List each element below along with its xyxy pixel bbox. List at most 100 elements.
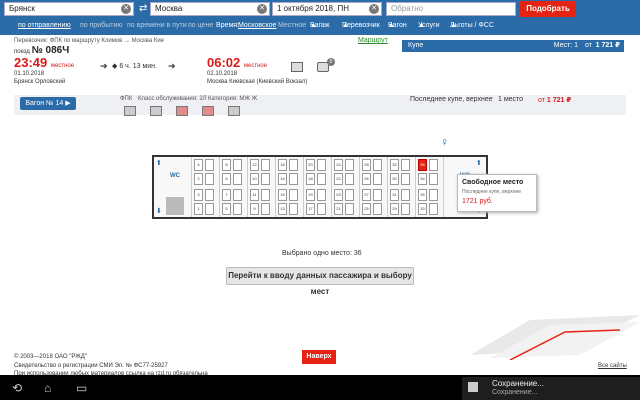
scroll-top-button[interactable]: Наверх <box>302 350 336 364</box>
seat-selected[interactable]: 36 <box>418 159 427 171</box>
seat[interactable] <box>401 189 410 201</box>
class-bar-coupe[interactable]: Купе Мест: 1 от 1 721 ₽ <box>402 40 624 52</box>
wagon-select-button[interactable]: Вагон № 14 ▶ <box>20 97 76 110</box>
seat[interactable]: 19 <box>306 189 315 201</box>
seat[interactable]: 7 <box>222 189 231 201</box>
seat[interactable]: 31 <box>390 189 399 201</box>
download-notification[interactable]: Сохранение... Сохранение... <box>462 377 640 400</box>
seat[interactable]: 11 <box>250 189 259 201</box>
seat[interactable] <box>205 173 214 185</box>
seat[interactable] <box>289 189 298 201</box>
seat[interactable] <box>317 203 326 215</box>
sort-arrival[interactable]: по прибытию <box>80 19 123 33</box>
seat[interactable] <box>289 173 298 185</box>
seat[interactable]: 20 <box>306 159 315 171</box>
proceed-button[interactable]: Перейти к вводу данных пассажира и выбор… <box>226 267 414 296</box>
seat[interactable] <box>261 159 270 171</box>
recents-icon[interactable]: ▭ <box>76 381 87 395</box>
seat[interactable]: 1 <box>194 203 203 215</box>
seat[interactable]: 28 <box>362 159 371 171</box>
seat[interactable]: 21 <box>334 203 343 215</box>
find-button[interactable]: Подобрать <box>520 1 576 17</box>
seat[interactable] <box>401 159 410 171</box>
seat[interactable] <box>373 173 382 185</box>
seat[interactable] <box>289 203 298 215</box>
seat[interactable] <box>401 173 410 185</box>
seat[interactable]: 32 <box>390 159 399 171</box>
wagon-bar <box>14 95 626 115</box>
seat[interactable]: 22 <box>334 173 343 185</box>
seat[interactable] <box>317 159 326 171</box>
seat[interactable]: 8 <box>222 159 231 171</box>
home-icon[interactable]: ⌂ <box>44 381 51 395</box>
from-input[interactable]: Брянск ✕ <box>4 2 134 16</box>
seat[interactable] <box>261 203 270 215</box>
seat[interactable] <box>233 173 242 185</box>
seat[interactable] <box>373 203 382 215</box>
seat[interactable] <box>345 203 354 215</box>
route-link[interactable]: Маршрут <box>358 37 388 44</box>
seat[interactable] <box>317 173 326 185</box>
seat[interactable] <box>373 189 382 201</box>
seat[interactable] <box>429 203 438 215</box>
seat[interactable] <box>345 159 354 171</box>
sort-departure[interactable]: по отправлению <box>18 19 71 33</box>
seat[interactable]: 27 <box>362 189 371 201</box>
seat[interactable]: 3 <box>194 189 203 201</box>
clear-date-icon[interactable]: ✕ <box>369 4 379 14</box>
seat[interactable] <box>345 189 354 201</box>
seat[interactable]: 14 <box>278 173 287 185</box>
seat[interactable]: 34 <box>418 173 427 185</box>
sort-duration[interactable]: по времени в пути <box>127 19 187 33</box>
all-sites-link[interactable]: Все сайты <box>598 363 627 369</box>
seat[interactable]: 35 <box>418 189 427 201</box>
seat[interactable] <box>233 189 242 201</box>
seat[interactable]: 10 <box>250 173 259 185</box>
seat[interactable] <box>233 159 242 171</box>
departure-time-value: 23:49 <box>14 55 48 70</box>
seat[interactable] <box>373 159 382 171</box>
return-date-input[interactable]: Обратно <box>386 2 516 16</box>
seat[interactable]: 9 <box>250 203 259 215</box>
seat[interactable]: 23 <box>334 189 343 201</box>
clear-from-icon[interactable]: ✕ <box>121 4 131 14</box>
seat[interactable] <box>429 173 438 185</box>
seat[interactable] <box>429 189 438 201</box>
seat[interactable] <box>261 173 270 185</box>
swap-icon[interactable]: ⇄ <box>139 3 147 14</box>
seat[interactable] <box>233 203 242 215</box>
seat[interactable] <box>429 159 438 171</box>
seat[interactable]: 12 <box>250 159 259 171</box>
seat[interactable]: 15 <box>278 189 287 201</box>
time-moscow[interactable]: Московское <box>238 19 276 33</box>
bed-icon <box>150 106 162 116</box>
seat[interactable] <box>289 159 298 171</box>
seat[interactable]: 18 <box>306 173 315 185</box>
seat[interactable] <box>401 203 410 215</box>
seat[interactable]: 16 <box>278 159 287 171</box>
seat[interactable]: 17 <box>306 203 315 215</box>
to-input[interactable]: Москва ✕ <box>150 2 270 16</box>
seat[interactable] <box>317 189 326 201</box>
seat[interactable]: 26 <box>362 173 371 185</box>
seat[interactable] <box>205 159 214 171</box>
seat[interactable]: 29 <box>390 203 399 215</box>
seat[interactable] <box>205 189 214 201</box>
clear-to-icon[interactable]: ✕ <box>257 4 267 14</box>
seat[interactable]: 5 <box>222 203 231 215</box>
date-input[interactable]: 1 октября 2018, ПН ✕ <box>272 2 382 16</box>
seat[interactable]: 6 <box>222 173 231 185</box>
seat[interactable]: 24 <box>334 159 343 171</box>
seat[interactable]: 13 <box>278 203 287 215</box>
back-icon[interactable]: ⟲ <box>12 381 22 395</box>
seat[interactable] <box>345 173 354 185</box>
seat[interactable]: 33 <box>418 203 427 215</box>
seat[interactable]: 25 <box>362 203 371 215</box>
seat[interactable] <box>205 203 214 215</box>
seat[interactable]: 2 <box>194 173 203 185</box>
time-local[interactable]: Местное <box>278 19 306 33</box>
seat[interactable]: 4 <box>194 159 203 171</box>
seat[interactable] <box>261 189 270 201</box>
sort-price[interactable]: по цене <box>188 19 213 33</box>
seat[interactable]: 30 <box>390 173 399 185</box>
